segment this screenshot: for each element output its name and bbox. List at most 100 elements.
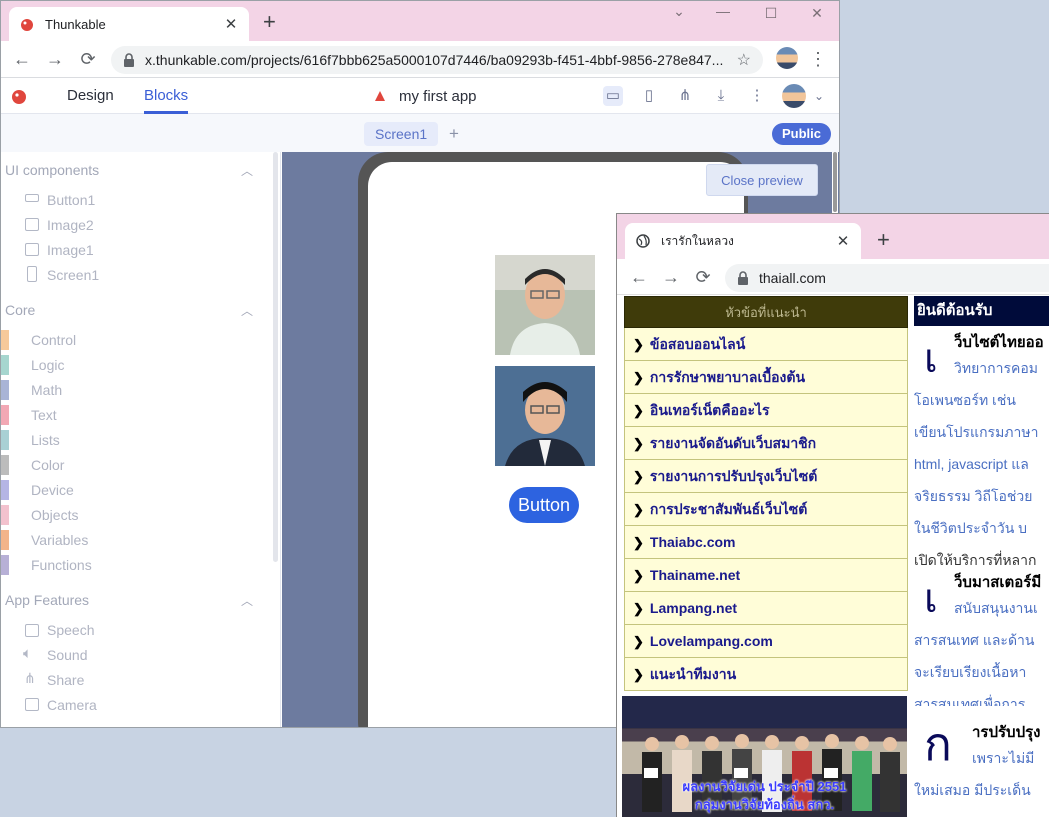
variables-color-bar — [1, 530, 9, 550]
panel-scrollbar[interactable] — [273, 152, 278, 562]
article-line: จริยธรรม วิถีโอช่วย — [914, 488, 1033, 504]
forward-icon[interactable]: → — [660, 266, 682, 288]
phone-icon[interactable]: ▯ — [639, 86, 659, 106]
download-icon[interactable]: ⤓ — [711, 86, 731, 106]
image2-photo — [495, 255, 595, 355]
article-line: เปิดให้บริการที่หลาก — [914, 552, 1037, 566]
feature-camera[interactable]: Camera — [47, 697, 97, 713]
share-icon[interactable]: ⋔ — [675, 86, 695, 106]
forward-icon[interactable]: → — [44, 48, 66, 70]
lists-color-bar — [1, 430, 9, 450]
article-heading[interactable]: ารปรับปรุง — [972, 720, 1040, 744]
menu-item[interactable]: ❯ อินเทอร์เน็ตคืออะไร — [624, 394, 908, 427]
menu-item-label: รายงานจัดอันดับเว็บสมาชิก — [649, 435, 817, 451]
menu-item[interactable]: ❯ ข้อสอบออนไลน์ — [624, 328, 908, 361]
device-preview-icon[interactable]: ▭ — [603, 86, 623, 106]
section-ui-components[interactable]: UI components — [5, 162, 99, 178]
block-category-functions[interactable]: Functions — [31, 557, 92, 573]
close-preview-button[interactable]: Close preview — [706, 164, 818, 196]
add-screen-button[interactable]: + — [449, 122, 459, 146]
collapse-caret-icon[interactable]: ︿ — [241, 592, 253, 609]
article-website: เ ว็บไซต์ไทยออ วิทยาการคอม โอเพนซอร์ท เช… — [914, 326, 1049, 566]
block-category-variables[interactable]: Variables — [31, 532, 88, 548]
close-window-button[interactable]: ✕ — [797, 5, 837, 22]
address-bar[interactable]: thaiall.com — [725, 264, 1049, 292]
menu-item[interactable]: ❯ Thaiabc.com — [624, 526, 908, 559]
menu-item[interactable]: ❯ รายงานจัดอันดับเว็บสมาชิก — [624, 427, 908, 460]
research-award-photo[interactable]: ผลงานวิจัยเด่น ประจำปี 2551 กลุ่มงานวิจั… — [622, 696, 907, 817]
preview-button[interactable]: Button — [509, 487, 579, 523]
component-screen1[interactable]: Screen1 — [47, 267, 99, 283]
chevron-right-icon: ❯ — [633, 502, 644, 517]
url-text: x.thunkable.com/projects/616f7bbb625a500… — [145, 52, 724, 68]
new-tab-button[interactable]: + — [263, 10, 276, 34]
menu-item[interactable]: ❯ แนะนำทีมงาน — [624, 658, 908, 691]
feature-sound[interactable]: Sound — [47, 647, 87, 663]
button-component-icon — [25, 194, 39, 202]
menu-item[interactable]: ❯ Lovelampang.com — [624, 625, 908, 658]
math-color-bar — [1, 380, 9, 400]
menu-item[interactable]: ❯ Lampang.net — [624, 592, 908, 625]
collapse-caret-icon[interactable]: ︿ — [241, 302, 253, 319]
block-category-device[interactable]: Device — [31, 482, 74, 498]
menu-item-label: ข้อสอบออนไลน์ — [649, 336, 746, 352]
share-icon: ⋔ — [24, 670, 36, 686]
menu-item[interactable]: ❯ Thainame.net — [624, 559, 908, 592]
project-name[interactable]: my first app — [399, 88, 477, 105]
chevron-down-icon[interactable]: ⌄ — [809, 86, 829, 106]
menu-item-label: Thaiabc.com — [649, 534, 736, 550]
close-icon[interactable]: ✕ — [835, 232, 851, 250]
chevron-right-icon: ❯ — [633, 469, 644, 484]
maximize-button[interactable]: ☐ — [751, 5, 791, 22]
component-image2[interactable]: Image2 — [47, 217, 94, 233]
bookmark-star-icon[interactable]: ☆ — [737, 50, 751, 70]
section-app-features[interactable]: App Features — [5, 592, 89, 608]
chevron-right-icon: ❯ — [633, 337, 644, 352]
block-category-objects[interactable]: Objects — [31, 507, 78, 523]
block-category-color[interactable]: Color — [31, 457, 64, 473]
scroll-thumb[interactable] — [833, 152, 837, 212]
chevron-down-icon[interactable]: ⌄ — [659, 3, 699, 20]
menu-item-label: แนะนำทีมงาน — [649, 666, 737, 682]
new-tab-button[interactable]: + — [877, 228, 890, 252]
more-icon[interactable]: ⋮ — [747, 86, 767, 106]
block-category-logic[interactable]: Logic — [31, 357, 64, 373]
menu-item[interactable]: ❯ การประชาสัมพันธ์เว็บไซต์ — [624, 493, 908, 526]
tab-blocks[interactable]: Blocks — [144, 87, 188, 104]
browser-tab-thaiall[interactable]: เรารักในหลวง ✕ — [625, 223, 861, 259]
feature-speech[interactable]: Speech — [47, 622, 94, 638]
blocks-panel: UI components ︿ Button1 Image2 Image1 Sc… — [1, 152, 281, 727]
address-bar[interactable]: x.thunkable.com/projects/616f7bbb625a500… — [111, 46, 763, 74]
block-category-lists[interactable]: Lists — [31, 432, 60, 448]
profile-avatar[interactable] — [776, 47, 798, 69]
drop-cap: เ — [924, 336, 938, 381]
block-category-math[interactable]: Math — [31, 382, 62, 398]
menu-item[interactable]: ❯ การรักษาพยาบาลเบื้องต้น — [624, 361, 908, 394]
collapse-caret-icon[interactable]: ︿ — [241, 162, 253, 179]
block-category-control[interactable]: Control — [31, 332, 76, 348]
reload-icon[interactable]: ⟳ — [692, 266, 714, 288]
user-avatar[interactable] — [782, 84, 806, 108]
screen-tab[interactable]: Screen1 — [364, 122, 439, 146]
back-icon[interactable]: ← — [11, 48, 33, 70]
tab-design[interactable]: Design — [67, 87, 114, 104]
section-core[interactable]: Core — [5, 302, 35, 318]
back-icon[interactable]: ← — [628, 266, 650, 288]
article-heading[interactable]: ว็บมาสเตอร์มี — [954, 570, 1041, 594]
lock-icon — [738, 271, 748, 285]
component-button1[interactable]: Button1 — [47, 192, 95, 208]
tab-strip: Thunkable ✕ + ⌄ — ☐ ✕ — [1, 1, 839, 41]
chevron-right-icon: ❯ — [633, 370, 644, 385]
block-category-text[interactable]: Text — [31, 407, 57, 423]
menu-item[interactable]: ❯ รายงานการปรับปรุงเว็บไซต์ — [624, 460, 908, 493]
feature-share[interactable]: Share — [47, 672, 84, 688]
minimize-button[interactable]: — — [703, 3, 743, 19]
more-menu-icon[interactable]: ⋮ — [807, 48, 829, 70]
browser-tab-thunkable[interactable]: Thunkable ✕ — [9, 7, 249, 41]
reload-icon[interactable]: ⟳ — [77, 48, 99, 70]
close-icon[interactable]: ✕ — [223, 15, 239, 33]
article-heading[interactable]: ว็บไซต์ไทยออ — [954, 330, 1044, 354]
component-image1[interactable]: Image1 — [47, 242, 94, 258]
article-line: เขียนโปรแกรมภาษา — [914, 424, 1039, 440]
public-badge[interactable]: Public — [772, 123, 832, 145]
